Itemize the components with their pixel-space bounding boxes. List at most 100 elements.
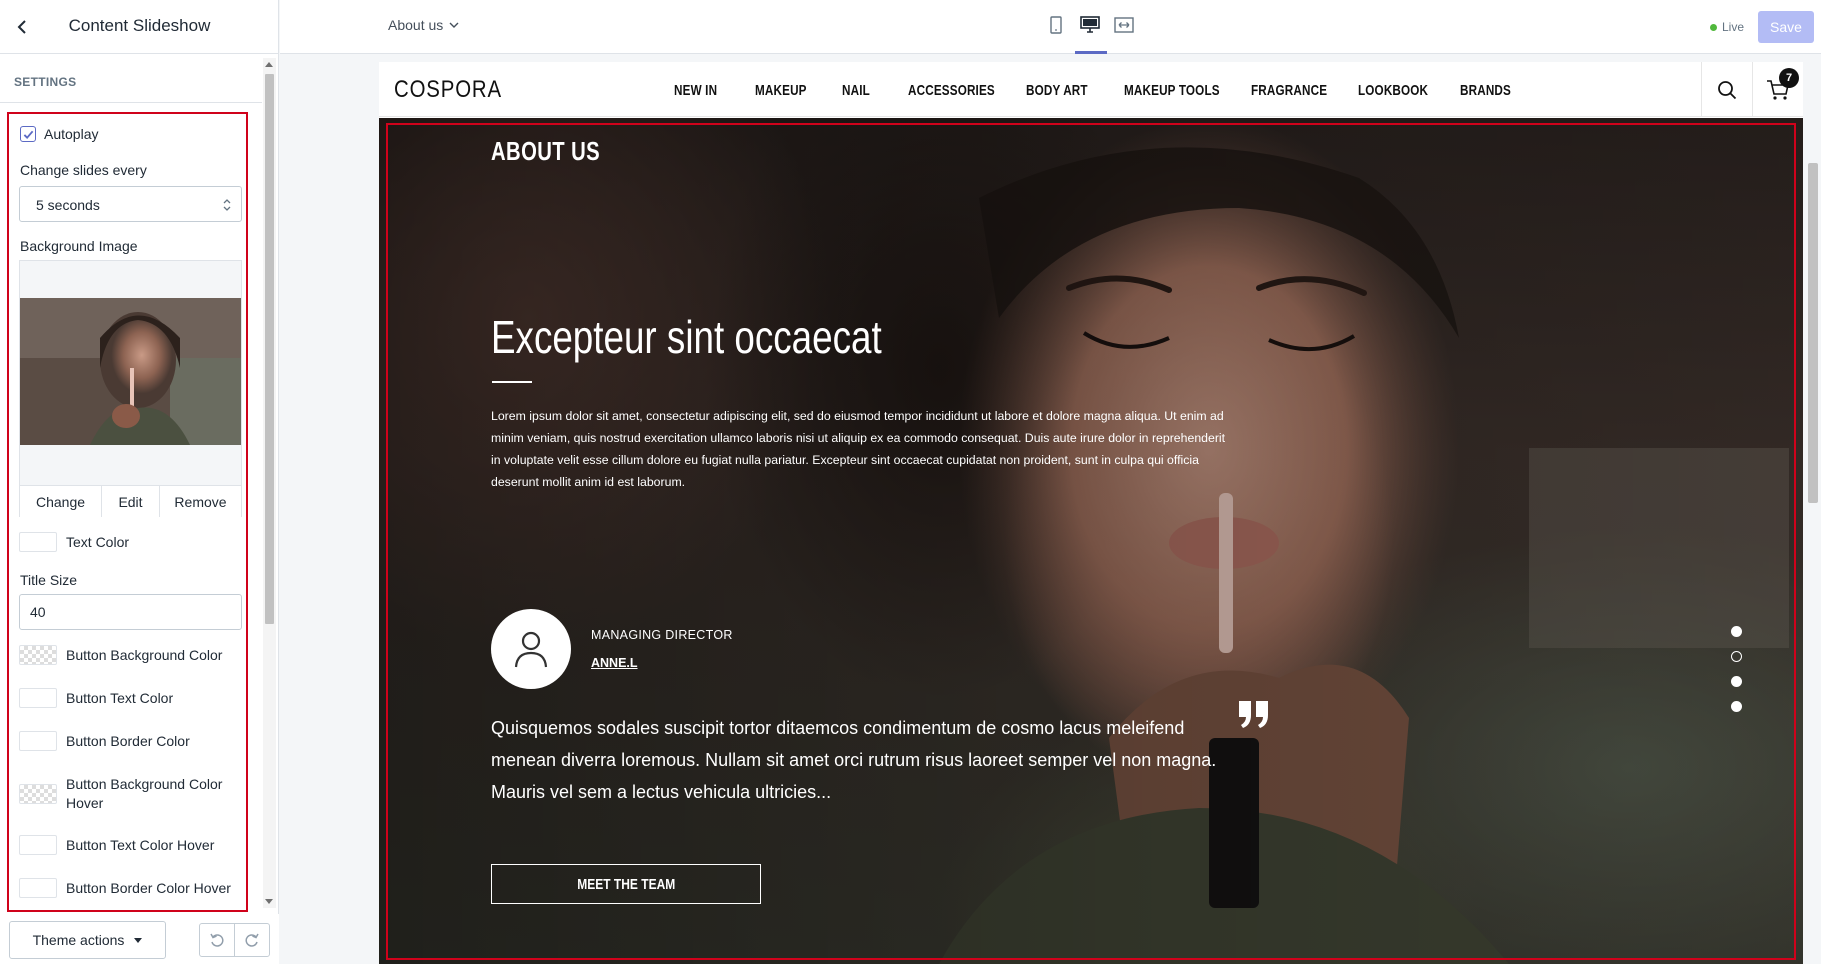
autoplay-label: Autoplay	[44, 126, 99, 142]
settings-panel: Autoplay Change slides every 5 seconds B…	[7, 112, 248, 912]
hero-body-text: Lorem ipsum dolor sit amet, consectetur …	[491, 409, 1226, 489]
change-image-button[interactable]: Change	[20, 486, 102, 517]
cart-count-badge: 7	[1779, 68, 1799, 88]
store-logo[interactable]: COSPORA	[394, 76, 502, 104]
live-status: Live	[1710, 20, 1744, 34]
slide-dot[interactable]	[1731, 676, 1742, 687]
checkmark-icon	[23, 130, 33, 139]
hero-title: Excepteur sint occaecat	[491, 311, 882, 363]
button-border-hover-color-picker[interactable]: Button Border Color Hover	[19, 878, 231, 898]
slide-pagination	[1731, 626, 1743, 726]
redo-icon[interactable]	[235, 924, 269, 956]
preview-scrollbar[interactable]	[1805, 55, 1821, 964]
about-us-heading: ABOUT US	[491, 136, 601, 166]
button-text-hover-color-picker[interactable]: Button Text Color Hover	[19, 835, 214, 855]
sidebar-footer: Theme actions	[0, 914, 279, 964]
slide-dot[interactable]	[1731, 626, 1742, 637]
undo-redo-group	[199, 923, 270, 957]
nav-item-lookbook[interactable]: LOOKBOOK	[1358, 82, 1428, 99]
preview-scroll-thumb[interactable]	[1808, 163, 1818, 503]
avatar	[491, 609, 571, 689]
sidebar-scroll-thumb[interactable]	[265, 74, 274, 624]
chevron-down-icon	[449, 22, 459, 28]
meet-the-team-label: MEET THE TEAM	[577, 875, 675, 893]
live-status-label: Live	[1722, 20, 1745, 34]
button-bg-color-swatch[interactable]	[19, 645, 57, 665]
background-image-label: Background Image	[20, 238, 138, 254]
title-size-input[interactable]	[19, 594, 242, 630]
viewport-switcher	[1045, 14, 1135, 36]
nav-item-fragrance[interactable]: FRAGRANCE	[1251, 82, 1327, 99]
image-actions: Change Edit Remove	[20, 485, 241, 517]
change-slides-value: 5 seconds	[36, 197, 100, 213]
nav-item-nail[interactable]: NAIL	[842, 82, 870, 99]
theme-actions-button[interactable]: Theme actions	[9, 921, 166, 959]
background-image-picker: Change Edit Remove	[19, 260, 242, 517]
mobile-view-icon[interactable]	[1045, 14, 1067, 36]
person-role: MANAGING DIRECTOR	[591, 628, 733, 642]
sidebar-header: Content Slideshow	[0, 0, 279, 54]
edit-image-button[interactable]: Edit	[102, 486, 160, 517]
autoplay-checkbox[interactable]	[20, 126, 36, 142]
active-view-indicator	[1075, 51, 1107, 54]
button-border-hover-color-swatch[interactable]	[19, 878, 57, 898]
nav-item-makeup-tools[interactable]: MAKEUP TOOLS	[1124, 82, 1220, 99]
user-icon	[514, 631, 548, 668]
remove-image-button[interactable]: Remove	[160, 486, 241, 517]
meet-the-team-button[interactable]: MEET THE TEAM	[491, 864, 761, 904]
button-text-color-label: Button Text Color	[66, 690, 174, 706]
button-bg-color-picker[interactable]: Button Background Color	[19, 645, 222, 665]
settings-heading: SETTINGS	[0, 54, 262, 103]
title-size-label: Title Size	[20, 572, 78, 588]
button-text-hover-color-swatch[interactable]	[19, 835, 57, 855]
scroll-down-icon[interactable]	[265, 899, 273, 904]
person-name-link[interactable]: ANNE.L	[591, 656, 638, 670]
fullwidth-view-icon[interactable]	[1113, 14, 1135, 36]
button-text-color-picker[interactable]: Button Text Color	[19, 688, 173, 708]
editor-sidebar: Content Slideshow SETTINGS Autoplay Chan…	[0, 0, 279, 964]
testimonial-quote: Quisquemos sodales suscipit tortor ditae…	[491, 718, 1217, 802]
store-header: COSPORA NEW IN MAKEUP NAIL ACCESSORIES B…	[379, 62, 1803, 117]
caret-down-icon	[134, 937, 143, 943]
settings-label: SETTINGS	[14, 75, 77, 89]
autoplay-toggle[interactable]: Autoplay	[20, 126, 98, 142]
button-bg-hover-color-picker[interactable]: Button Background Color Hover	[19, 775, 234, 813]
button-border-hover-color-label: Button Border Color Hover	[66, 880, 231, 896]
text-color-label: Text Color	[66, 534, 130, 550]
save-button[interactable]: Save	[1758, 11, 1814, 43]
search-icon[interactable]	[1701, 62, 1752, 117]
change-slides-select[interactable]: 5 seconds	[19, 186, 242, 222]
text-color-picker[interactable]: Text Color	[19, 532, 129, 552]
live-dot-icon	[1710, 23, 1717, 31]
page-selector[interactable]: About us	[388, 17, 459, 33]
hero-overlay	[379, 118, 1803, 964]
select-arrows-icon	[223, 199, 231, 211]
sidebar-scrollbar[interactable]	[263, 58, 276, 908]
button-text-hover-color-label: Button Text Color Hover	[66, 837, 215, 853]
slide-dot[interactable]	[1731, 701, 1742, 712]
nav-item-brands[interactable]: BRANDS	[1460, 82, 1511, 99]
text-color-swatch[interactable]	[19, 532, 57, 552]
nav-item-new-in[interactable]: NEW IN	[674, 82, 717, 99]
nav-item-makeup[interactable]: MAKEUP	[755, 82, 807, 99]
button-text-color-swatch[interactable]	[19, 688, 57, 708]
button-border-color-swatch[interactable]	[19, 731, 57, 751]
section-title: Content Slideshow	[68, 16, 211, 35]
editor-topbar: About us Live Save	[280, 0, 1821, 54]
cart-icon[interactable]: 7	[1752, 62, 1803, 117]
change-slides-label: Change slides every	[20, 162, 147, 178]
button-border-color-label: Button Border Color	[66, 733, 190, 749]
page-selector-label: About us	[388, 17, 444, 33]
desktop-view-icon[interactable]	[1079, 14, 1101, 36]
slide-dot-active[interactable]	[1731, 651, 1742, 662]
background-image-thumbnail[interactable]	[20, 298, 241, 445]
hero-slideshow: ABOUT US Excepteur sint occaecat Lorem i…	[379, 118, 1803, 964]
nav-item-accessories[interactable]: ACCESSORIES	[908, 82, 995, 99]
button-bg-hover-color-label: Button Background Color Hover	[66, 776, 223, 811]
button-border-color-picker[interactable]: Button Border Color	[19, 731, 190, 751]
store-preview: COSPORA NEW IN MAKEUP NAIL ACCESSORIES B…	[379, 62, 1803, 964]
button-bg-hover-color-swatch[interactable]	[19, 784, 57, 804]
scroll-up-icon[interactable]	[265, 62, 273, 67]
nav-item-body-art[interactable]: BODY ART	[1026, 82, 1088, 99]
undo-icon[interactable]	[200, 924, 235, 956]
